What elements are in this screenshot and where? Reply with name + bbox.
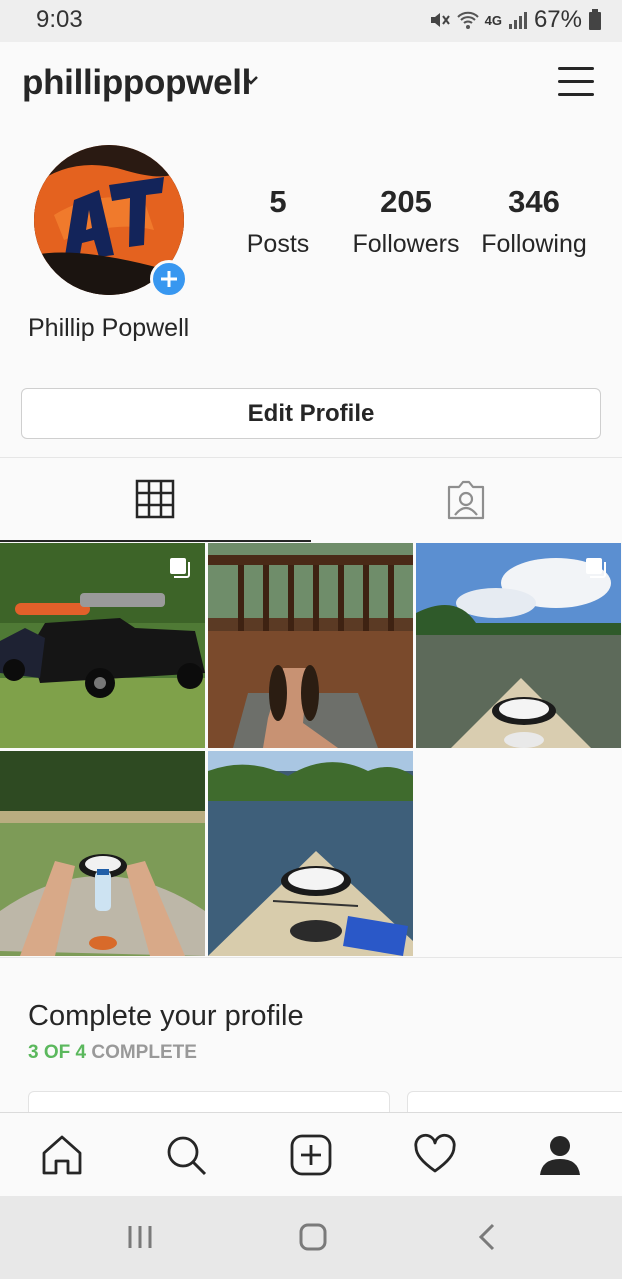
progress-suffix: COMPLETE [91,1042,197,1063]
recent-apps-icon[interactable] [126,1223,154,1251]
kayak-legs-photo [0,751,205,956]
nav-new-post[interactable] [285,1129,337,1181]
profile-tabs [0,457,622,542]
profile-full-name: Phillip Popwell [28,314,190,342]
profile-icon [540,1136,580,1175]
add-story-button[interactable] [150,260,188,298]
add-post-icon [290,1134,332,1176]
status-time: 9:03 [36,6,83,33]
edit-profile-button[interactable]: Edit Profile [21,388,601,439]
tab-tagged[interactable] [311,458,622,540]
network-type: 4G [484,12,502,28]
nav-activity[interactable] [409,1129,461,1181]
nav-home[interactable] [36,1129,88,1181]
nav-search[interactable] [160,1129,212,1181]
nav-profile[interactable] [534,1129,586,1181]
chevron-down-icon[interactable] [243,74,259,86]
complete-profile-progress: 3 OF 4 COMPLETE [28,1042,197,1064]
multiple-posts-icon [170,558,190,578]
followers-count[interactable]: 205 Followers [341,184,471,259]
stat-label: Posts [246,230,310,258]
plus-icon [161,271,177,287]
posts-count[interactable]: 5 Posts [213,184,343,259]
following-count[interactable]: 346 Following [469,184,599,259]
grid-icon [135,479,175,519]
stat-value: 346 [508,184,560,219]
tab-grid[interactable] [0,458,311,542]
search-icon [167,1136,207,1176]
post-thumbnail[interactable] [416,543,621,748]
post-thumbnail[interactable] [208,751,413,956]
post-thumbnail[interactable] [0,751,205,956]
system-navigation-bar [0,1196,622,1279]
menu-button[interactable] [556,64,596,100]
hamburger-icon-line [558,80,594,83]
status-bar: 9:03 4G 67% [0,0,622,42]
lake-kayak-photo [208,751,413,956]
battery-icon [589,9,601,30]
activity-heart-icon [414,1133,456,1173]
hamburger-icon-line [558,93,594,96]
stat-value: 5 [269,184,287,219]
battery-percent: 67% [533,6,582,33]
stat-label: Following [481,230,587,258]
post-thumbnail[interactable] [208,543,413,748]
bottom-navigation [0,1112,622,1197]
account-username[interactable]: phillippopwell [22,63,251,103]
home-icon [42,1135,82,1175]
wifi-icon [456,11,479,29]
tagged-portrait-icon [447,480,485,520]
status-icons: 4G 67% [429,6,602,34]
post-thumbnail[interactable] [0,543,205,748]
complete-profile-section: Complete your profile 3 OF 4 COMPLETE [0,957,622,1131]
complete-profile-title: Complete your profile [28,1000,304,1032]
stat-value: 205 [380,184,432,219]
signal-icon [508,12,527,29]
multiple-posts-icon [586,558,606,578]
mute-icon [430,13,450,27]
stat-label: Followers [352,230,460,258]
deck-photo [208,543,413,748]
progress-count: 3 OF 4 [28,1042,87,1063]
back-icon[interactable] [476,1222,498,1252]
home-button-icon[interactable] [298,1222,328,1252]
hamburger-icon [558,67,594,70]
